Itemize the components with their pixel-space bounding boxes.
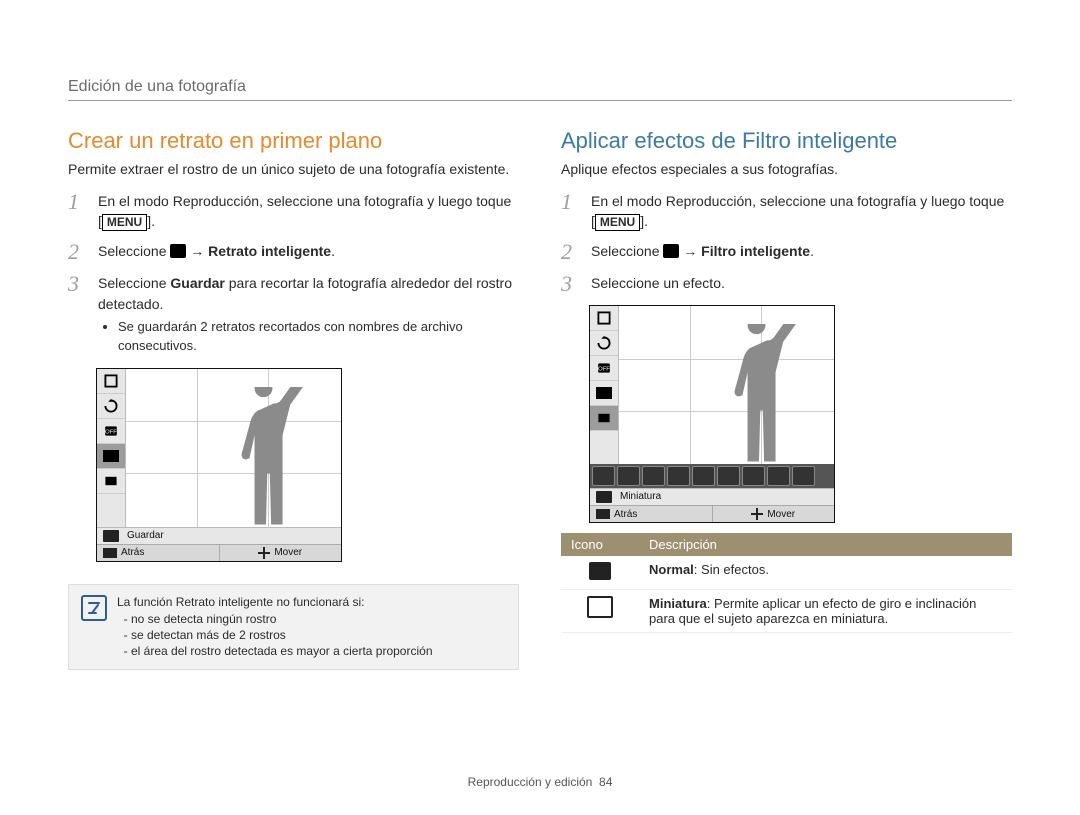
crop-icon [590,306,618,331]
step-body: Seleccione Guardar para recortar la foto… [98,273,519,357]
step-body: Seleccione → Retrato inteligente. [98,241,519,263]
portrait-icon [97,444,125,469]
right-title: Aplicar efectos de Filtro inteligente [561,128,1012,154]
page-footer: Reproducción y edición 84 [0,775,1080,789]
edit-tool-icon [170,244,186,258]
note-lead: La función Retrato inteligente no funcio… [117,595,433,609]
step-body: En el modo Reproducción, seleccione una … [98,191,519,232]
normal-effect-icon [589,562,611,580]
left-steps: 1 En el modo Reproducción, seleccione un… [68,191,519,358]
off-icon: OFF [97,419,125,444]
note-icon [81,595,107,621]
step-number: 3 [68,273,86,357]
filter-icon [97,469,125,494]
off-icon: OFF [590,356,618,381]
camera-sidebar: OFF [590,306,619,464]
camera-status-bar: Atrás Mover [590,505,834,522]
menu-icon [596,509,610,519]
camera-label-row: Miniatura [590,488,834,505]
table-row: Normal: Sin efectos. [561,556,1012,590]
menu-label: MENU [102,214,147,230]
camera-screenshot-left: OFF Guardar Atrás Mover [96,368,342,562]
step-body: Seleccione → Filtro inteligente. [591,241,1012,263]
left-title: Crear un retrato en primer plano [68,128,519,154]
step-number: 2 [68,241,86,263]
dpad-icon [751,508,763,520]
camera-sidebar: OFF [97,369,126,527]
camera-screenshot-right: OFF Miniatura [589,305,835,523]
icon-description-table: Icono Descripción Normal: Sin efectos. M… [561,533,1012,633]
miniature-row-icon [596,491,612,503]
crop-icon [97,369,125,394]
th-descripcion: Descripción [639,533,1012,556]
edit-tool-icon [663,244,679,258]
note-list: no se detecta ningún rostro se detectan … [117,611,433,660]
person-silhouette-icon [720,324,798,464]
right-steps: 1 En el modo Reproducción, seleccione un… [561,191,1012,296]
person-silhouette-icon [227,387,305,527]
left-lead: Permite extraer el rostro de un único su… [68,160,519,179]
menu-label: MENU [595,214,640,230]
right-column: Aplicar efectos de Filtro inteligente Ap… [561,128,1012,670]
filter-icon [590,406,618,431]
note-box: La función Retrato inteligente no funcio… [68,584,519,671]
step-number: 2 [561,241,579,263]
camera-canvas [619,306,834,464]
camera-label-row: Guardar [97,527,341,544]
breadcrumb-rule [68,100,1012,101]
svg-text:OFF: OFF [598,367,610,373]
breadcrumb: Edición de una fotografía [68,78,246,96]
save-row-icon [103,530,119,542]
miniature-effect-icon [587,596,613,618]
step-number: 3 [561,273,579,295]
rotate-icon [590,331,618,356]
th-icono: Icono [561,533,639,556]
camera-canvas [126,369,341,527]
portrait-icon [590,381,618,406]
step-sublist: Se guardarán 2 retratos recortados con n… [118,318,519,356]
left-column: Crear un retrato en primer plano Permite… [68,128,519,670]
menu-icon [103,548,117,558]
step-body: En el modo Reproducción, seleccione una … [591,191,1012,232]
step-number: 1 [68,191,86,232]
rotate-icon [97,394,125,419]
dpad-icon [258,547,270,559]
camera-icon-bar [590,464,834,488]
svg-text:OFF: OFF [105,429,117,435]
step-body: Seleccione un efecto. [591,273,1012,295]
step-number: 1 [561,191,579,232]
right-lead: Aplique efectos especiales a sus fotogra… [561,160,1012,179]
camera-status-bar: Atrás Mover [97,544,341,561]
table-row: Miniatura: Permite aplicar un efecto de … [561,590,1012,633]
